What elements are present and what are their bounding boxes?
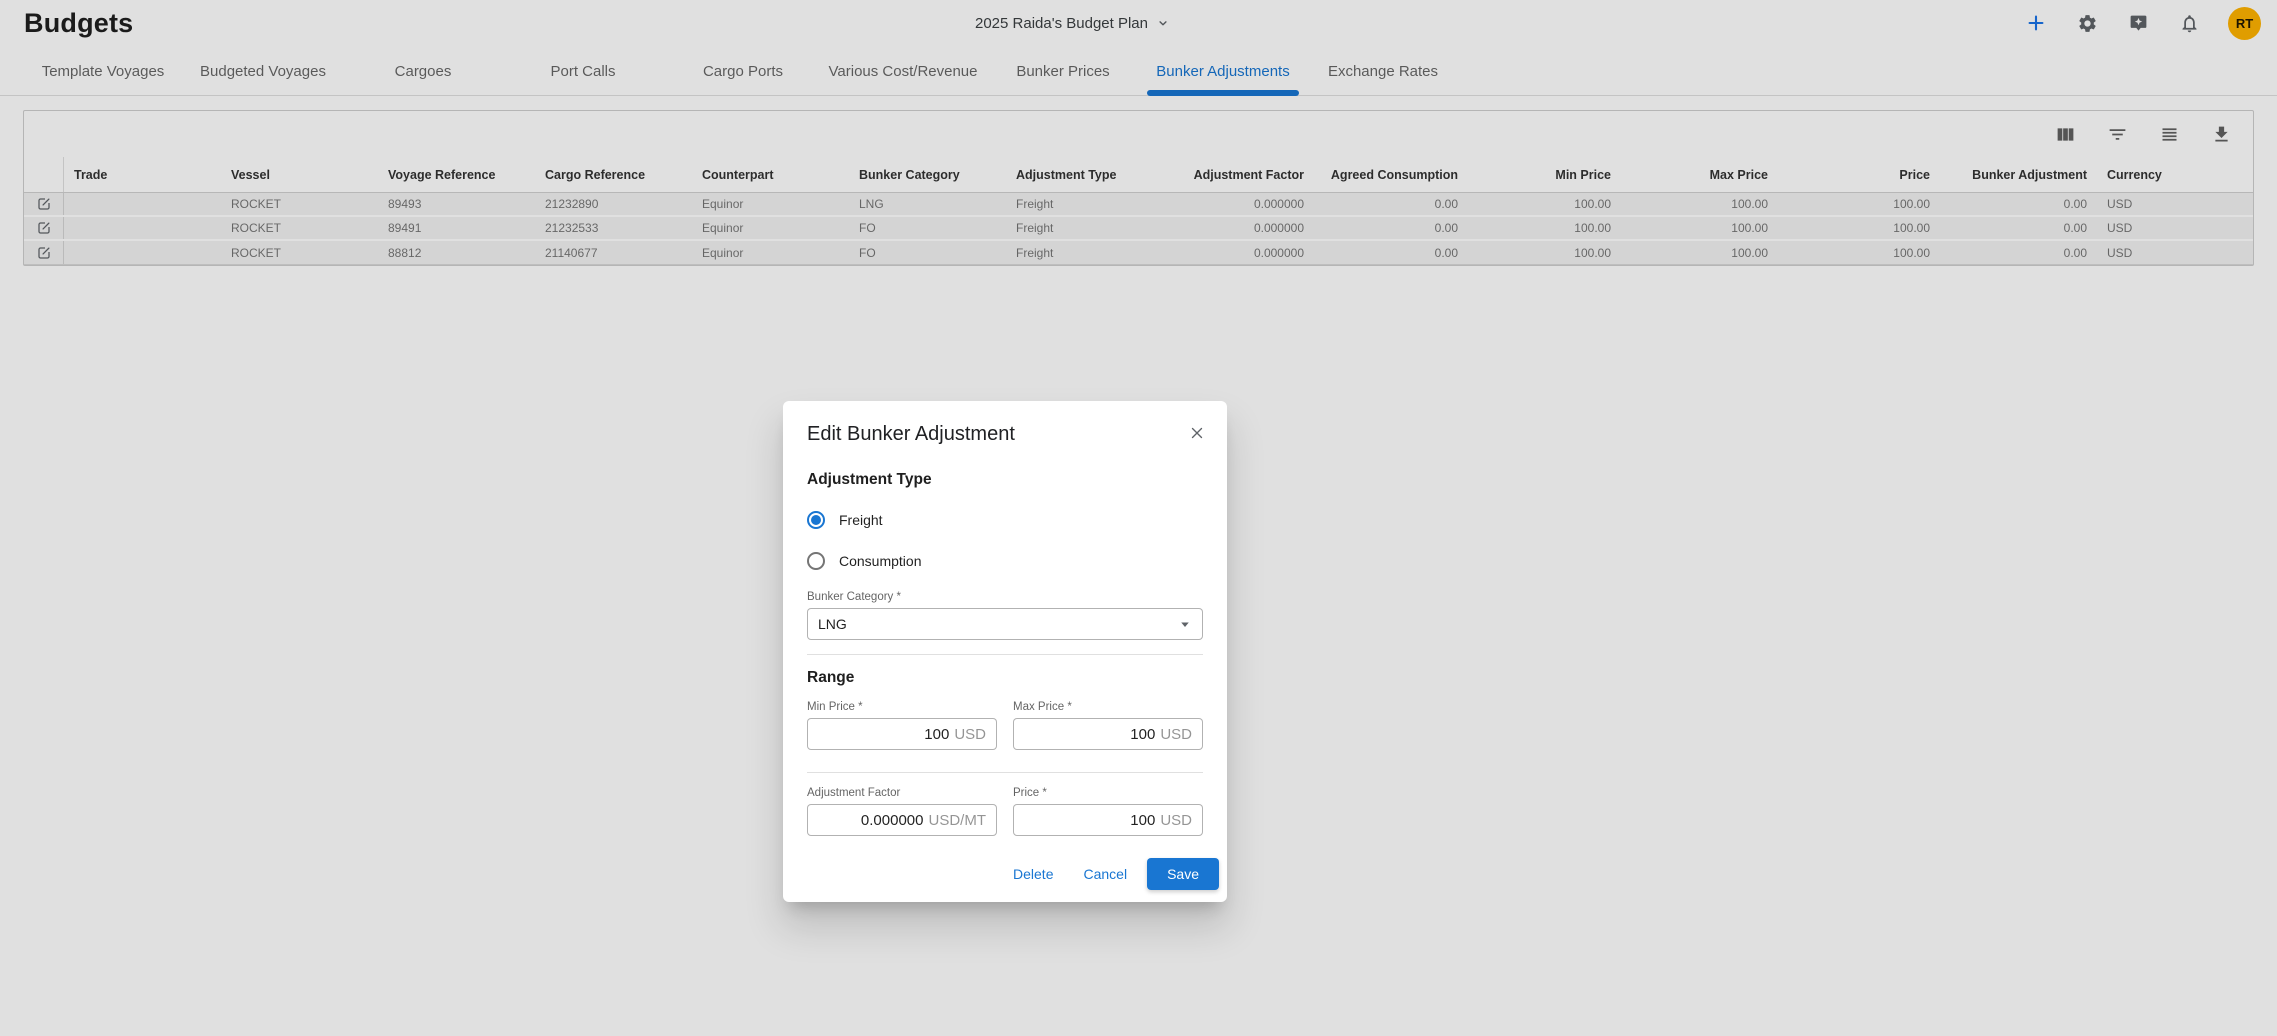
dialog-title: Edit Bunker Adjustment — [807, 423, 1203, 446]
cancel-button[interactable]: Cancel — [1073, 858, 1137, 890]
save-button[interactable]: Save — [1147, 858, 1219, 890]
radio-consumption-control[interactable] — [807, 552, 825, 570]
bunker-category-label: Bunker Category * — [807, 591, 1203, 603]
divider — [807, 772, 1203, 773]
delete-button[interactable]: Delete — [1003, 858, 1063, 890]
price-input[interactable]: 100 USD — [1013, 804, 1203, 836]
price-field: Price * 100 USD — [1013, 787, 1203, 836]
adjustment-factor-field: Adjustment Factor 0.000000 USD/MT — [807, 787, 997, 836]
max-price-field: Max Price * 100 USD — [1013, 701, 1203, 750]
min-price-label: Min Price * — [807, 701, 997, 713]
radio-consumption[interactable]: Consumption — [807, 551, 1203, 571]
min-price-field: Min Price * 100 USD — [807, 701, 997, 750]
min-price-input[interactable]: 100 USD — [807, 718, 997, 750]
select-chevron-icon — [1176, 615, 1194, 633]
radio-consumption-label: Consumption — [839, 553, 922, 569]
max-price-label: Max Price * — [1013, 701, 1203, 713]
edit-bunker-adjustment-dialog: Edit Bunker Adjustment Adjustment Type F… — [783, 401, 1227, 902]
close-icon[interactable] — [1185, 421, 1209, 445]
range-heading: Range — [807, 669, 1203, 687]
adjustment-factor-label: Adjustment Factor — [807, 787, 997, 799]
price-label: Price * — [1013, 787, 1203, 799]
adjustment-type-heading: Adjustment Type — [807, 471, 1203, 489]
max-price-input[interactable]: 100 USD — [1013, 718, 1203, 750]
bunker-category-select[interactable]: LNG — [807, 608, 1203, 640]
radio-freight[interactable]: Freight — [807, 510, 1203, 530]
adjustment-factor-input[interactable]: 0.000000 USD/MT — [807, 804, 997, 836]
bunker-category-value: LNG — [818, 616, 1176, 632]
divider — [807, 654, 1203, 655]
radio-freight-control[interactable] — [807, 511, 825, 529]
radio-freight-label: Freight — [839, 512, 883, 528]
